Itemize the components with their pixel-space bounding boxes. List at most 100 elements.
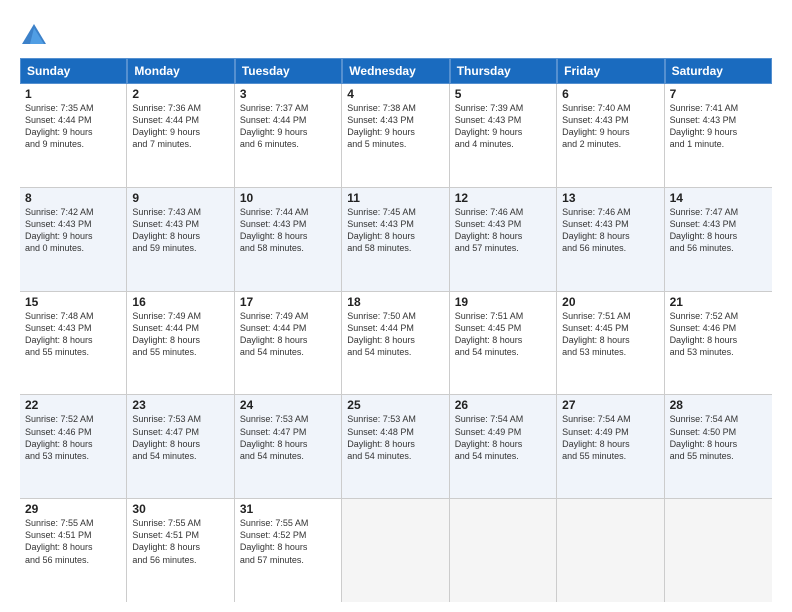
day-cell-10: 10Sunrise: 7:44 AMSunset: 4:43 PMDayligh… <box>235 188 342 291</box>
calendar-body: 1Sunrise: 7:35 AMSunset: 4:44 PMDaylight… <box>20 84 772 602</box>
day-cell-19: 19Sunrise: 7:51 AMSunset: 4:45 PMDayligh… <box>450 292 557 395</box>
day-number: 29 <box>25 502 121 516</box>
day-cell-17: 17Sunrise: 7:49 AMSunset: 4:44 PMDayligh… <box>235 292 342 395</box>
day-cell-6: 6Sunrise: 7:40 AMSunset: 4:43 PMDaylight… <box>557 84 664 187</box>
day-cell-30: 30Sunrise: 7:55 AMSunset: 4:51 PMDayligh… <box>127 499 234 602</box>
day-number: 13 <box>562 191 658 205</box>
header-day-saturday: Saturday <box>665 58 772 84</box>
day-cell-20: 20Sunrise: 7:51 AMSunset: 4:45 PMDayligh… <box>557 292 664 395</box>
day-info: Sunrise: 7:54 AMSunset: 4:49 PMDaylight:… <box>455 413 551 462</box>
day-info: Sunrise: 7:50 AMSunset: 4:44 PMDaylight:… <box>347 310 443 359</box>
empty-cell <box>665 499 772 602</box>
day-info: Sunrise: 7:39 AMSunset: 4:43 PMDaylight:… <box>455 102 551 151</box>
day-cell-15: 15Sunrise: 7:48 AMSunset: 4:43 PMDayligh… <box>20 292 127 395</box>
empty-cell <box>450 499 557 602</box>
day-number: 30 <box>132 502 228 516</box>
day-cell-13: 13Sunrise: 7:46 AMSunset: 4:43 PMDayligh… <box>557 188 664 291</box>
day-number: 10 <box>240 191 336 205</box>
day-info: Sunrise: 7:53 AMSunset: 4:47 PMDaylight:… <box>240 413 336 462</box>
day-number: 25 <box>347 398 443 412</box>
day-info: Sunrise: 7:37 AMSunset: 4:44 PMDaylight:… <box>240 102 336 151</box>
header-day-monday: Monday <box>127 58 234 84</box>
day-info: Sunrise: 7:47 AMSunset: 4:43 PMDaylight:… <box>670 206 767 255</box>
day-cell-27: 27Sunrise: 7:54 AMSunset: 4:49 PMDayligh… <box>557 395 664 498</box>
day-info: Sunrise: 7:48 AMSunset: 4:43 PMDaylight:… <box>25 310 121 359</box>
empty-cell <box>557 499 664 602</box>
day-cell-25: 25Sunrise: 7:53 AMSunset: 4:48 PMDayligh… <box>342 395 449 498</box>
logo <box>20 22 52 50</box>
header-day-thursday: Thursday <box>450 58 557 84</box>
day-number: 12 <box>455 191 551 205</box>
day-number: 2 <box>132 87 228 101</box>
day-number: 15 <box>25 295 121 309</box>
day-info: Sunrise: 7:55 AMSunset: 4:52 PMDaylight:… <box>240 517 336 566</box>
day-cell-2: 2Sunrise: 7:36 AMSunset: 4:44 PMDaylight… <box>127 84 234 187</box>
day-number: 6 <box>562 87 658 101</box>
day-info: Sunrise: 7:43 AMSunset: 4:43 PMDaylight:… <box>132 206 228 255</box>
day-cell-7: 7Sunrise: 7:41 AMSunset: 4:43 PMDaylight… <box>665 84 772 187</box>
day-cell-26: 26Sunrise: 7:54 AMSunset: 4:49 PMDayligh… <box>450 395 557 498</box>
day-number: 19 <box>455 295 551 309</box>
day-cell-21: 21Sunrise: 7:52 AMSunset: 4:46 PMDayligh… <box>665 292 772 395</box>
day-number: 7 <box>670 87 767 101</box>
day-cell-1: 1Sunrise: 7:35 AMSunset: 4:44 PMDaylight… <box>20 84 127 187</box>
day-number: 9 <box>132 191 228 205</box>
day-cell-29: 29Sunrise: 7:55 AMSunset: 4:51 PMDayligh… <box>20 499 127 602</box>
day-info: Sunrise: 7:49 AMSunset: 4:44 PMDaylight:… <box>132 310 228 359</box>
day-number: 28 <box>670 398 767 412</box>
day-number: 24 <box>240 398 336 412</box>
day-cell-31: 31Sunrise: 7:55 AMSunset: 4:52 PMDayligh… <box>235 499 342 602</box>
day-info: Sunrise: 7:51 AMSunset: 4:45 PMDaylight:… <box>562 310 658 359</box>
logo-icon <box>20 22 48 50</box>
day-number: 5 <box>455 87 551 101</box>
day-info: Sunrise: 7:49 AMSunset: 4:44 PMDaylight:… <box>240 310 336 359</box>
header-day-sunday: Sunday <box>20 58 127 84</box>
calendar-row-3: 22Sunrise: 7:52 AMSunset: 4:46 PMDayligh… <box>20 395 772 499</box>
day-info: Sunrise: 7:52 AMSunset: 4:46 PMDaylight:… <box>670 310 767 359</box>
calendar-header: SundayMondayTuesdayWednesdayThursdayFrid… <box>20 58 772 84</box>
header-day-friday: Friday <box>557 58 664 84</box>
day-info: Sunrise: 7:46 AMSunset: 4:43 PMDaylight:… <box>455 206 551 255</box>
day-cell-11: 11Sunrise: 7:45 AMSunset: 4:43 PMDayligh… <box>342 188 449 291</box>
page: SundayMondayTuesdayWednesdayThursdayFrid… <box>0 0 792 612</box>
day-number: 16 <box>132 295 228 309</box>
day-info: Sunrise: 7:41 AMSunset: 4:43 PMDaylight:… <box>670 102 767 151</box>
calendar-row-0: 1Sunrise: 7:35 AMSunset: 4:44 PMDaylight… <box>20 84 772 188</box>
day-cell-14: 14Sunrise: 7:47 AMSunset: 4:43 PMDayligh… <box>665 188 772 291</box>
day-cell-9: 9Sunrise: 7:43 AMSunset: 4:43 PMDaylight… <box>127 188 234 291</box>
day-info: Sunrise: 7:51 AMSunset: 4:45 PMDaylight:… <box>455 310 551 359</box>
day-info: Sunrise: 7:44 AMSunset: 4:43 PMDaylight:… <box>240 206 336 255</box>
day-number: 4 <box>347 87 443 101</box>
day-cell-8: 8Sunrise: 7:42 AMSunset: 4:43 PMDaylight… <box>20 188 127 291</box>
day-number: 26 <box>455 398 551 412</box>
day-cell-5: 5Sunrise: 7:39 AMSunset: 4:43 PMDaylight… <box>450 84 557 187</box>
day-number: 22 <box>25 398 121 412</box>
header-day-wednesday: Wednesday <box>342 58 449 84</box>
day-number: 1 <box>25 87 121 101</box>
day-cell-28: 28Sunrise: 7:54 AMSunset: 4:50 PMDayligh… <box>665 395 772 498</box>
day-number: 18 <box>347 295 443 309</box>
day-info: Sunrise: 7:55 AMSunset: 4:51 PMDaylight:… <box>25 517 121 566</box>
day-info: Sunrise: 7:52 AMSunset: 4:46 PMDaylight:… <box>25 413 121 462</box>
day-info: Sunrise: 7:42 AMSunset: 4:43 PMDaylight:… <box>25 206 121 255</box>
day-info: Sunrise: 7:38 AMSunset: 4:43 PMDaylight:… <box>347 102 443 151</box>
header-day-tuesday: Tuesday <box>235 58 342 84</box>
calendar-row-2: 15Sunrise: 7:48 AMSunset: 4:43 PMDayligh… <box>20 292 772 396</box>
day-info: Sunrise: 7:54 AMSunset: 4:49 PMDaylight:… <box>562 413 658 462</box>
calendar: SundayMondayTuesdayWednesdayThursdayFrid… <box>20 58 772 602</box>
day-number: 21 <box>670 295 767 309</box>
day-cell-12: 12Sunrise: 7:46 AMSunset: 4:43 PMDayligh… <box>450 188 557 291</box>
day-number: 11 <box>347 191 443 205</box>
day-cell-22: 22Sunrise: 7:52 AMSunset: 4:46 PMDayligh… <box>20 395 127 498</box>
day-info: Sunrise: 7:54 AMSunset: 4:50 PMDaylight:… <box>670 413 767 462</box>
day-info: Sunrise: 7:55 AMSunset: 4:51 PMDaylight:… <box>132 517 228 566</box>
day-info: Sunrise: 7:46 AMSunset: 4:43 PMDaylight:… <box>562 206 658 255</box>
day-number: 27 <box>562 398 658 412</box>
day-number: 23 <box>132 398 228 412</box>
day-number: 17 <box>240 295 336 309</box>
empty-cell <box>342 499 449 602</box>
day-info: Sunrise: 7:45 AMSunset: 4:43 PMDaylight:… <box>347 206 443 255</box>
day-cell-18: 18Sunrise: 7:50 AMSunset: 4:44 PMDayligh… <box>342 292 449 395</box>
day-number: 14 <box>670 191 767 205</box>
day-number: 31 <box>240 502 336 516</box>
